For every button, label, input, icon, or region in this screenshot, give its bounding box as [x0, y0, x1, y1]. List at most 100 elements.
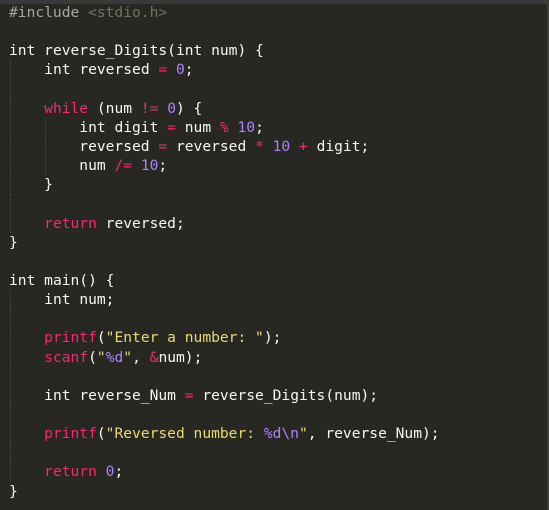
code-token: num); [158, 348, 203, 366]
indent-guide [45, 136, 47, 157]
code-line[interactable]: } [9, 482, 440, 501]
code-line[interactable]: num /= 10; [9, 156, 440, 176]
code-token: ; [255, 118, 264, 136]
code-line[interactable]: int num; [9, 290, 440, 310]
code-token: + [299, 137, 308, 155]
code-line[interactable]: int reverse_Num = reverse_Digits(num); [9, 385, 440, 405]
code-token: int [44, 61, 80, 79]
code-line[interactable]: printf("Enter a number: "); [9, 328, 440, 348]
indent-guide [10, 328, 11, 348]
code-line[interactable]: ​ [9, 404, 440, 425]
code-token: %d\n [263, 425, 299, 443]
code-token: reverse_Digits(int num) { [44, 42, 264, 60]
code-line[interactable]: int reverse_Digits(int num) { [9, 41, 440, 60]
code-token: printf [44, 425, 97, 443]
code-token: ; [184, 61, 194, 79]
code-token: digit [114, 118, 168, 136]
code-token: num; [79, 291, 115, 309]
code-line[interactable]: while (num != 0) { [9, 98, 440, 118]
code-token: = [184, 386, 194, 404]
code-line[interactable]: int digit = num % 10; [9, 117, 440, 137]
code-token: } [9, 233, 18, 251]
code-token: int [44, 386, 80, 404]
indent-guide [10, 366, 11, 386]
code-line[interactable]: ​ [9, 366, 440, 386]
indent-guide [45, 117, 47, 137]
code-token: reversed [79, 61, 159, 79]
code-token: 10 [140, 157, 159, 175]
code-line[interactable]: scanf("%d", &num); [9, 347, 440, 367]
code-token: reversed [9, 137, 159, 155]
code-line[interactable]: ​ [9, 194, 440, 214]
indent-guide [10, 136, 11, 157]
code-line[interactable]: int main() { [9, 271, 440, 290]
code-token: reverse_Num [79, 386, 185, 404]
code-token: != [140, 99, 159, 117]
code-line[interactable]: ​ [9, 22, 440, 41]
code-token: num [9, 157, 115, 175]
code-line[interactable]: return 0; [9, 462, 440, 482]
indent-guide [10, 347, 11, 367]
code-token: "Enter a number: " [105, 329, 264, 347]
code-line[interactable]: ​ [9, 252, 440, 271]
indent-guide [10, 156, 11, 176]
code-area[interactable]: #include <stdio.h>​int reverse_Digits(in… [9, 3, 440, 501]
code-token: num [175, 118, 220, 136]
code-token: int [44, 291, 80, 309]
code-token: scanf [44, 348, 89, 366]
code-line[interactable]: ​ [9, 309, 440, 329]
indent-guide [10, 117, 11, 137]
code-token: <stdio.h> [88, 4, 168, 21]
code-token: %d [105, 348, 124, 366]
code-token: } [9, 482, 18, 500]
indent-guide [10, 404, 11, 425]
code-token: ); [263, 329, 282, 347]
code-editor[interactable]: #include <stdio.h>​int reverse_Digits(in… [0, 0, 549, 510]
indent-guide [10, 60, 11, 80]
code-token: int [9, 271, 45, 289]
code-token: /= [114, 157, 133, 175]
code-token: = [158, 137, 168, 155]
code-token: = [167, 118, 176, 136]
code-token: ( [96, 425, 106, 443]
code-line[interactable]: printf("Reversed number: %d\n", reverse_… [9, 424, 440, 444]
code-token: 0 [167, 99, 176, 117]
code-token: #include [9, 4, 89, 21]
code-token: return [44, 214, 97, 232]
code-line[interactable]: #include <stdio.h> [9, 3, 440, 22]
code-token: " [298, 425, 308, 443]
code-token: (num [88, 99, 141, 117]
code-line[interactable]: return reversed; [9, 213, 440, 233]
code-line[interactable]: } [9, 233, 440, 252]
code-line[interactable]: ​ [9, 79, 440, 99]
code-token: printf [44, 329, 97, 347]
code-line[interactable]: reversed = reversed * 10 + digit; [9, 136, 440, 157]
code-token: " [96, 348, 106, 366]
indent-guide [10, 462, 11, 482]
indent-guide [10, 424, 11, 444]
code-token: int [9, 42, 45, 60]
indent-guide [10, 213, 11, 233]
indent-guide [10, 443, 11, 463]
code-line[interactable]: } [9, 175, 440, 195]
code-token: " [123, 348, 133, 366]
code-token: digit; [307, 137, 370, 155]
code-line[interactable]: int reversed = 0; [9, 60, 440, 80]
code-token: while [44, 99, 89, 117]
indent-guide [10, 290, 11, 310]
indent-guide [10, 175, 11, 195]
indent-guide [10, 98, 11, 118]
code-line[interactable]: ​ [9, 443, 440, 463]
indent-guide [10, 79, 11, 99]
code-token: % [219, 118, 229, 136]
